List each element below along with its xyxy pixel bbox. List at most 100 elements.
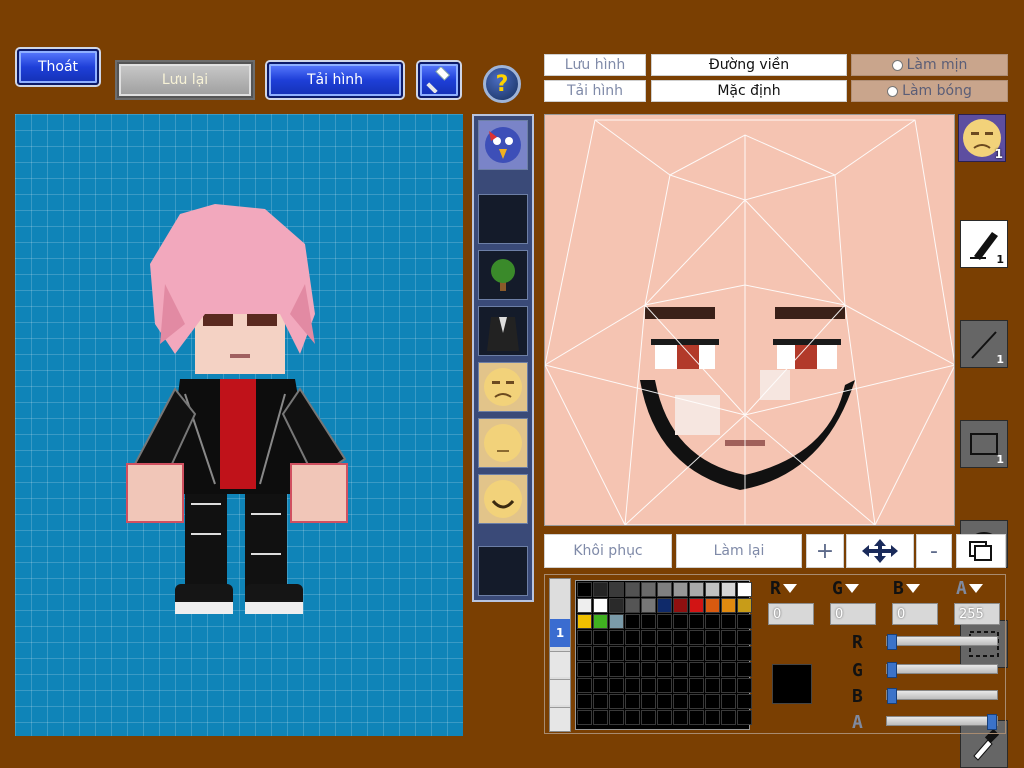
palette-swatch[interactable] [705,694,720,709]
palette-swatch[interactable] [577,630,592,645]
palette-swatch[interactable] [641,678,656,693]
palette-swatch[interactable] [737,630,752,645]
palette-swatch[interactable] [577,662,592,677]
palette-swatch[interactable] [705,598,720,613]
color-palette[interactable] [575,580,752,730]
rectangle-tool[interactable]: 1 [960,420,1008,468]
redo-button[interactable]: Làm lại [676,534,802,568]
g-slider[interactable] [886,662,998,678]
palette-swatch[interactable] [609,582,624,597]
palette-swatch[interactable] [593,646,608,661]
palette-swatch[interactable] [673,678,688,693]
zoom-in-button[interactable]: + [806,534,844,568]
face-preview-slot[interactable]: 1 [958,114,1006,162]
current-color-swatch[interactable] [772,664,812,704]
part-slot-face-1[interactable] [478,362,528,412]
palette-swatch[interactable] [737,662,752,677]
palette-swatch[interactable] [577,710,592,725]
outline-button[interactable]: Đường viền [651,54,847,76]
smooth-radio[interactable] [891,59,903,71]
character-preview[interactable] [15,114,463,736]
part-slot-tree[interactable] [478,250,528,300]
palette-swatch[interactable] [737,646,752,661]
restore-button[interactable]: Khôi phục [544,534,672,568]
help-button[interactable]: ? [483,65,521,103]
palette-swatch[interactable] [689,582,704,597]
palette-swatch[interactable] [737,678,752,693]
palette-swatch[interactable] [641,582,656,597]
save-button[interactable]: Lưu lại [117,62,253,98]
palette-swatch[interactable] [689,630,704,645]
a-channel-label[interactable]: A [956,578,983,599]
palette-swatch[interactable] [625,582,640,597]
smooth-option[interactable]: Làm mịn [851,54,1008,76]
palette-swatch[interactable] [577,694,592,709]
palette-swatch[interactable] [641,614,656,629]
b-channel-label[interactable]: B [893,578,920,599]
palette-swatch[interactable] [609,614,624,629]
palette-swatch[interactable] [737,694,752,709]
hammer-button[interactable] [418,62,460,98]
palette-swatch[interactable] [641,598,656,613]
palette-swatch[interactable] [705,630,720,645]
palette-swatch[interactable] [673,646,688,661]
palette-swatch[interactable] [721,614,736,629]
palette-swatch[interactable] [657,630,672,645]
b-value-input[interactable]: 0 [892,603,938,625]
palette-swatch[interactable] [705,662,720,677]
palette-swatch[interactable] [689,598,704,613]
r-value-input[interactable]: 0 [768,603,814,625]
palette-swatch[interactable] [657,662,672,677]
palette-swatch[interactable] [641,710,656,725]
palette-swatch[interactable] [641,646,656,661]
palette-swatch[interactable] [593,582,608,597]
r-slider-thumb[interactable] [887,634,897,650]
palette-tab-1[interactable]: 1 [550,619,570,647]
palette-swatch[interactable] [593,614,608,629]
palette-swatch[interactable] [673,582,688,597]
palette-swatch[interactable] [673,694,688,709]
palette-swatch[interactable] [657,710,672,725]
palette-swatch[interactable] [721,598,736,613]
palette-swatch[interactable] [689,678,704,693]
default-button[interactable]: Mặc định [651,80,847,102]
part-slot-face-3[interactable] [478,474,528,524]
palette-swatch[interactable] [625,662,640,677]
part-slot-outfit[interactable] [478,306,528,356]
palette-swatch[interactable] [689,614,704,629]
load-button[interactable]: Tải hình [267,62,403,98]
palette-swatch[interactable] [625,646,640,661]
palette-swatch[interactable] [609,694,624,709]
palette-swatch[interactable] [673,614,688,629]
part-slot-mascot[interactable] [478,120,528,170]
palette-swatch[interactable] [721,646,736,661]
palette-swatch[interactable] [625,694,640,709]
palette-swatch[interactable] [641,630,656,645]
palette-swatch[interactable] [689,646,704,661]
move-button[interactable] [846,534,914,568]
palette-swatch[interactable] [673,710,688,725]
save-image-button[interactable]: Lưu hình [544,54,646,76]
palette-swatch[interactable] [657,582,672,597]
a-slider[interactable] [886,714,998,730]
pen-tool[interactable]: 1 [960,220,1008,268]
palette-swatch[interactable] [721,582,736,597]
palette-swatch[interactable] [721,662,736,677]
palette-swatch[interactable] [657,598,672,613]
palette-swatch[interactable] [689,710,704,725]
palette-swatch[interactable] [593,598,608,613]
a-slider-thumb[interactable] [987,714,997,730]
palette-swatch[interactable] [577,598,592,613]
palette-swatch[interactable] [657,646,672,661]
palette-swatch[interactable] [737,614,752,629]
palette-tab-2[interactable] [550,651,570,677]
b-slider-thumb[interactable] [887,688,897,704]
zoom-out-button[interactable]: - [916,534,952,568]
palette-swatch[interactable] [737,598,752,613]
palette-swatch[interactable] [577,646,592,661]
palette-tab-4[interactable] [550,707,570,731]
glossy-option[interactable]: Làm bóng [851,80,1008,102]
palette-swatch[interactable] [609,646,624,661]
palette-swatch[interactable] [609,630,624,645]
layer-button[interactable] [956,534,1006,568]
